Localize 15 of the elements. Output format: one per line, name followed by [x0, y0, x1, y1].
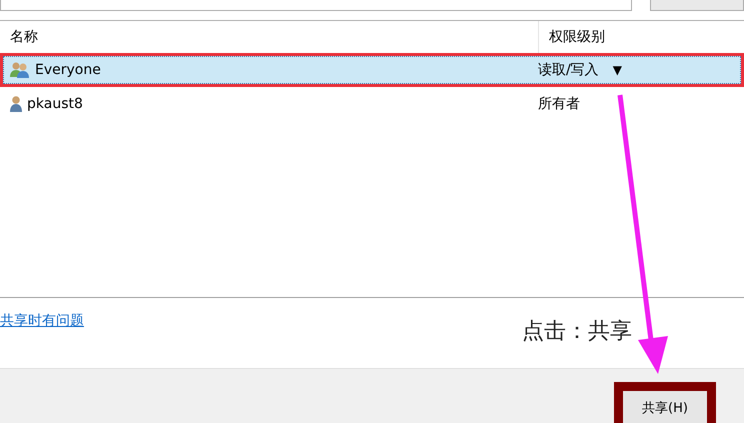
- user-name: Everyone: [35, 62, 101, 78]
- users-icon: [9, 61, 31, 79]
- user-name: pkaust8: [27, 96, 83, 112]
- help-link[interactable]: 共享时有问题: [0, 312, 84, 330]
- user-icon: [9, 95, 23, 113]
- annotation-text: 点击：共享: [522, 318, 632, 344]
- column-header[interactable]: 权限级别: [539, 28, 605, 46]
- input-field[interactable]: [0, 0, 632, 11]
- column-header[interactable]: 名称: [0, 28, 538, 46]
- list-row[interactable]: Everyone 读取/写入 ▼: [0, 53, 744, 87]
- permission-level: 所有者: [538, 95, 580, 113]
- permission-level: 读取/写入: [538, 61, 599, 79]
- dropdown-arrow[interactable]: ▼: [612, 63, 622, 77]
- share-button[interactable]: 共享(H): [614, 382, 716, 423]
- list-row[interactable]: pkaust8 所有者: [0, 87, 744, 121]
